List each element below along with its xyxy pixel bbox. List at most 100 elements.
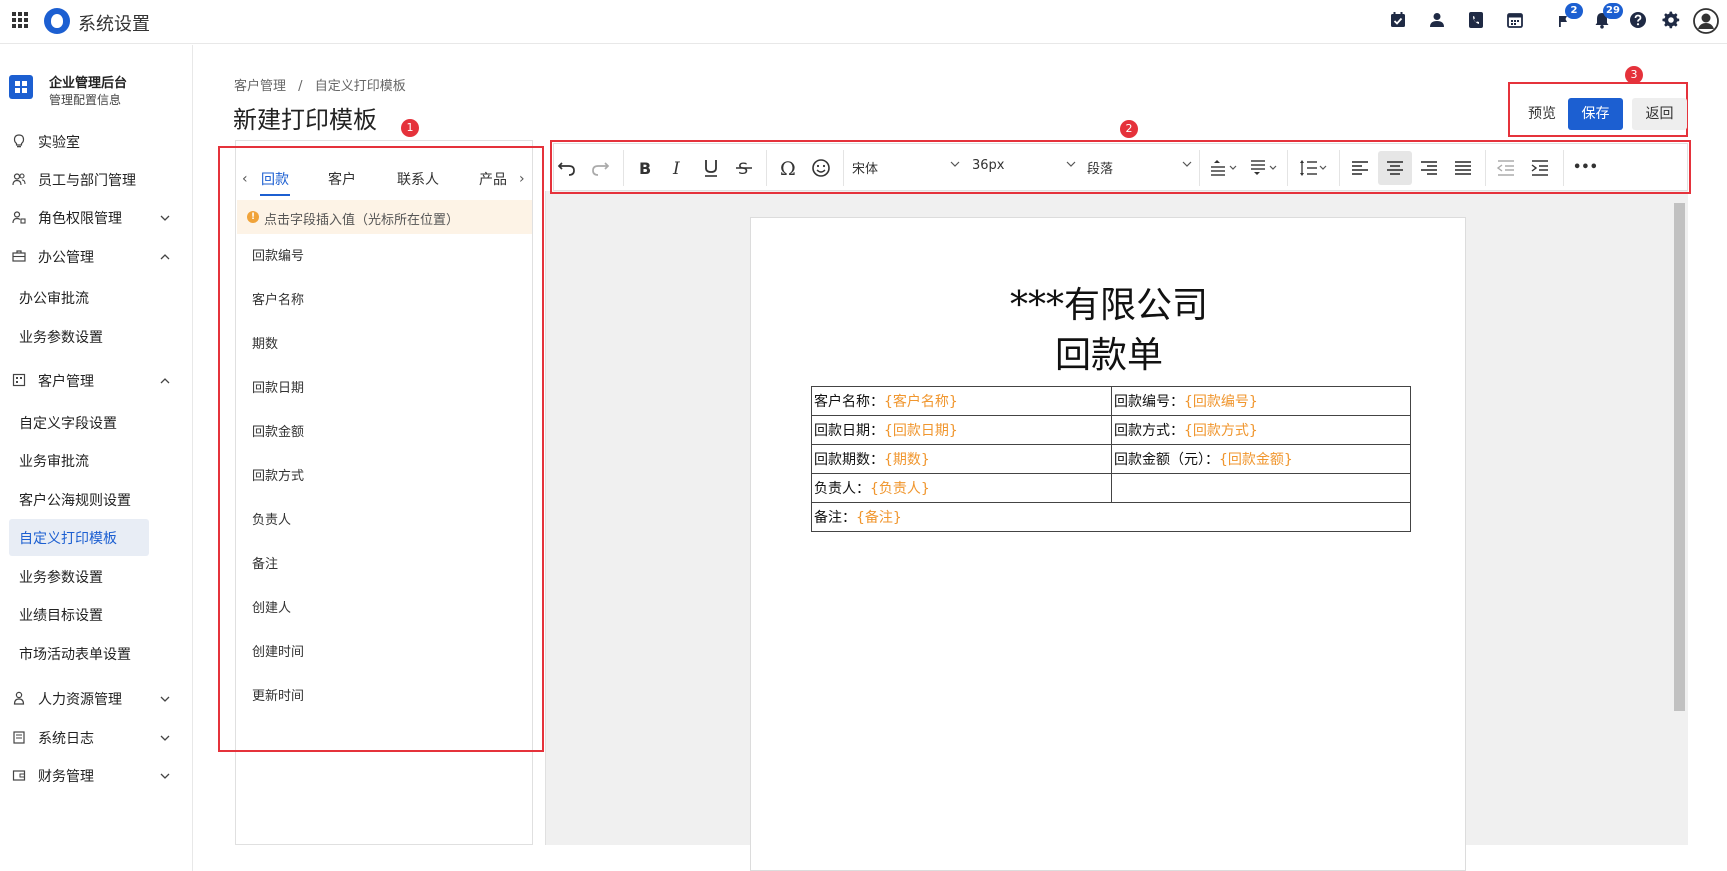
breadcrumb-link[interactable]: 客户管理 (234, 79, 286, 94)
sidebar-item-staff[interactable]: 员工与部门管理 (0, 160, 192, 198)
document-title-company: ***有限公司 (1009, 285, 1208, 326)
chevron-down-icon (160, 769, 170, 779)
sidebar-item-label: 员工与部门管理 (38, 173, 136, 189)
sidebar-subitem-label: 客户公海规则设置 (19, 493, 131, 509)
flag-icon[interactable]: 2 (1555, 3, 1583, 29)
sidebar-subitem[interactable]: 业务参数设置 (9, 318, 149, 355)
table-row: 备注：{备注} (811, 502, 1411, 532)
cell-label: 备注： (814, 510, 856, 526)
cell-label: 客户名称： (814, 394, 884, 410)
sidebar-subitem[interactable]: 自定义字段设置 (9, 404, 149, 441)
field-placeholder: {备注} (856, 510, 902, 526)
briefcase-icon (12, 249, 26, 263)
document-title-receipt: 回款单 (1054, 335, 1163, 376)
sidebar-item-label: 角色权限管理 (38, 211, 122, 227)
sidebar-subitem[interactable]: 业绩目标设置 (9, 596, 149, 633)
sidebar-item-finance[interactable]: 财务管理 (0, 756, 192, 794)
cell-label: 回款金额（元）： (1114, 452, 1219, 468)
field-placeholder: {回款日期} (884, 423, 958, 439)
annotation-number-1: 1 (401, 119, 419, 137)
app-title: 系统设置 (78, 14, 150, 35)
cell-label: 回款编号： (1114, 394, 1184, 410)
wallet-icon (12, 768, 26, 782)
gear-icon[interactable] (1662, 11, 1680, 29)
preview-button[interactable]: 预览 (1520, 98, 1564, 130)
field-placeholder: {负责人} (870, 481, 930, 497)
user-avatar-icon[interactable] (1693, 8, 1719, 34)
top-bar: 系统设置 2 29 (0, 0, 1727, 44)
sidebar-item-syslog[interactable]: 系统日志 (0, 718, 192, 756)
table-row: 回款日期：{回款日期} 回款方式：{回款方式} (811, 415, 1411, 445)
sidebar-subitem-label: 业绩目标设置 (19, 608, 103, 624)
sidebar-item-customer[interactable]: 客户管理 (0, 361, 192, 399)
chevron-down-icon (160, 211, 170, 221)
field-placeholder: {回款方式} (1184, 423, 1258, 439)
cell-label: 回款方式： (1114, 423, 1184, 439)
cell-label: 回款日期： (814, 423, 884, 439)
cell-label: 回款期数： (814, 452, 884, 468)
sidebar-item-label: 财务管理 (38, 769, 94, 785)
sidebar-item-lab[interactable]: 实验室 (0, 122, 192, 160)
sidebar-subitem-label: 业务参数设置 (19, 570, 103, 586)
sidebar-subitem[interactable]: 市场活动表单设置 (9, 635, 179, 672)
sidebar-subitem[interactable]: 客户公海规则设置 (9, 481, 169, 518)
users-icon (12, 172, 26, 186)
flag-count-badge: 2 (1565, 3, 1583, 19)
sidebar-item-label: 系统日志 (38, 731, 94, 747)
sidebar-item-roles[interactable]: 角色权限管理 (0, 198, 192, 236)
log-icon (12, 730, 26, 744)
sidebar-item-label: 办公管理 (38, 250, 94, 266)
app-logo (44, 8, 70, 34)
sidebar-item-office[interactable]: 办公管理 (0, 237, 192, 275)
contact-card-icon[interactable] (1428, 11, 1446, 29)
sidebar-subitem[interactable]: 业务审批流 (9, 442, 149, 479)
field-placeholder: {期数} (884, 452, 930, 468)
sidebar-item-label: 人力资源管理 (38, 692, 122, 708)
back-button[interactable]: 返回 (1632, 98, 1687, 130)
help-icon[interactable] (1629, 11, 1647, 29)
breadcrumb-separator: / (298, 79, 303, 94)
document-page[interactable]: ***有限公司 回款单 客户名称：{客户名称} 回款编号：{回款编号} 回款日期… (750, 217, 1466, 871)
field-placeholder: {回款金额} (1219, 452, 1293, 468)
annotation-number-2: 2 (1120, 120, 1138, 138)
sidebar-subitem-label: 业务参数设置 (19, 330, 103, 346)
page-title: 新建打印模板 (233, 106, 377, 134)
chevron-down-icon (160, 692, 170, 702)
sidebar-subitem-label: 自定义字段设置 (19, 416, 117, 432)
document-table: 客户名称：{客户名称} 回款编号：{回款编号} 回款日期：{回款日期} 回款方式… (811, 386, 1411, 532)
calendar-check-icon[interactable] (1389, 11, 1407, 29)
cell-label: 负责人： (814, 481, 870, 497)
save-button[interactable]: 保存 (1568, 98, 1623, 130)
editor-scrollbar-thumb[interactable] (1674, 203, 1685, 711)
annotation-box-2 (550, 140, 1691, 194)
chevron-up-icon (160, 374, 170, 384)
sidebar-subitem[interactable]: 办公审批流 (9, 279, 149, 316)
bulb-icon (12, 134, 26, 148)
breadcrumb-current: 自定义打印模板 (314, 79, 406, 94)
breadcrumb: 客户管理 / 自定义打印模板 (234, 75, 414, 94)
chevron-down-icon (160, 731, 170, 741)
brand-title: 企业管理后台 (49, 76, 128, 91)
bell-icon[interactable]: 29 (1593, 3, 1623, 29)
annotation-number-3: 3 (1625, 66, 1643, 84)
sidebar-subitem-label: 业务审批流 (19, 454, 89, 470)
apps-grid-icon[interactable] (12, 12, 28, 28)
sidebar-subitem-label: 市场活动表单设置 (19, 647, 131, 663)
table-row: 回款期数：{期数} 回款金额（元）：{回款金额} (811, 444, 1411, 474)
sidebar-subitem-active[interactable]: 自定义打印模板 (9, 519, 149, 556)
calendar-icon[interactable] (1506, 11, 1524, 29)
field-placeholder: {客户名称} (884, 394, 958, 410)
sidebar-item-label: 客户管理 (38, 374, 94, 390)
chevron-up-icon (160, 250, 170, 260)
sidebar-item-hr[interactable]: 人力资源管理 (0, 679, 192, 717)
annotation-box-1 (218, 146, 544, 752)
building-icon (12, 373, 26, 387)
user-lock-icon (12, 210, 26, 224)
phone-icon[interactable] (1467, 11, 1485, 29)
sidebar-item-label: 实验室 (38, 135, 80, 151)
bell-count-badge: 29 (1603, 3, 1623, 19)
brand-subtitle: 管理配置信息 (49, 91, 122, 108)
sidebar-subitem-label: 办公审批流 (19, 291, 89, 307)
table-row: 客户名称：{客户名称} 回款编号：{回款编号} (811, 386, 1411, 416)
sidebar-subitem[interactable]: 业务参数设置 (9, 558, 149, 595)
